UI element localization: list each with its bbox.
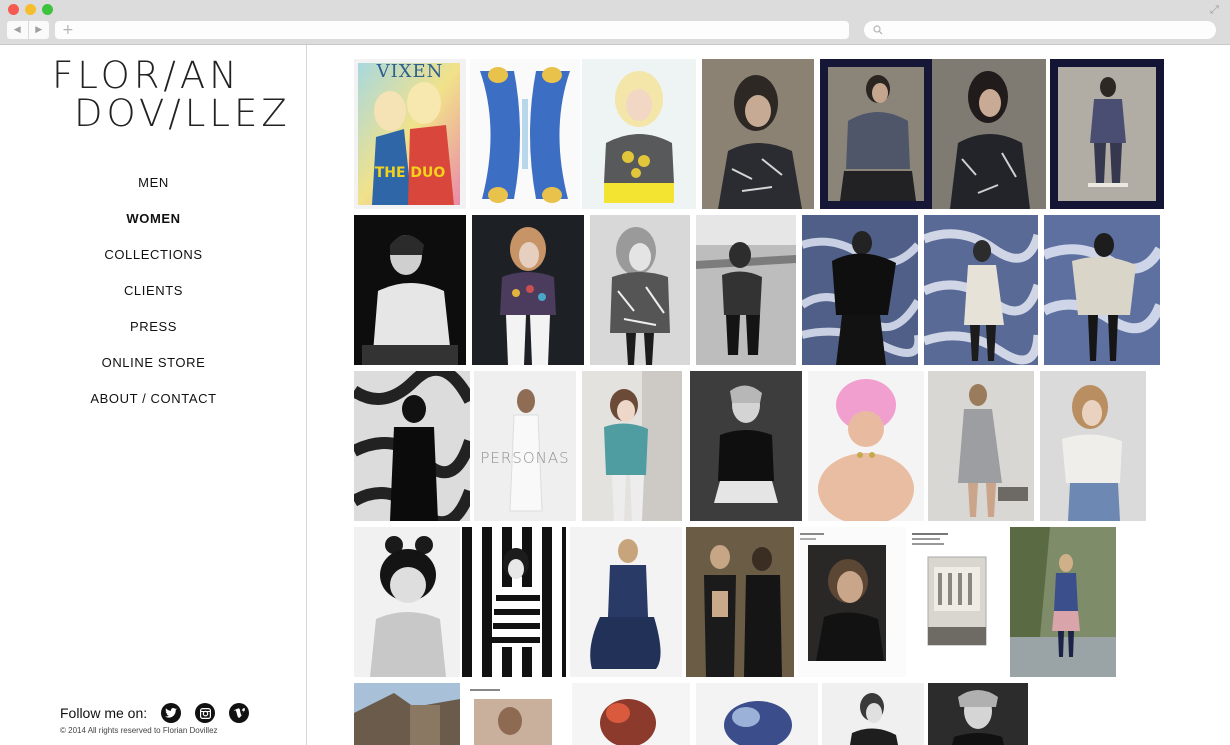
gallery-thumbnail[interactable] xyxy=(470,59,580,209)
twitter-icon[interactable] xyxy=(161,703,182,723)
vimeo-icon[interactable] xyxy=(229,703,250,723)
gallery-thumbnail[interactable] xyxy=(1044,215,1160,365)
gallery-thumbnail[interactable] xyxy=(932,59,1046,209)
gallery-thumbnail[interactable] xyxy=(822,683,924,745)
gallery-thumbnail[interactable] xyxy=(590,215,690,365)
search-input[interactable] xyxy=(864,21,1216,39)
cover-headline: PERSONAS xyxy=(480,449,569,467)
copyright-text: © 2014 All rights reserved to Florian Do… xyxy=(60,726,218,735)
nav-item-clients[interactable]: CLIENTS xyxy=(0,281,307,317)
minimize-window-button[interactable] xyxy=(25,4,36,15)
gallery-thumbnail[interactable] xyxy=(472,215,584,365)
gallery-thumbnail[interactable] xyxy=(808,371,924,521)
gallery-thumbnail[interactable] xyxy=(462,527,566,677)
gallery-thumbnail[interactable] xyxy=(1040,371,1146,521)
gallery-thumbnail[interactable] xyxy=(924,215,1038,365)
fullscreen-icon[interactable]: ⤢ xyxy=(1210,4,1222,16)
new-tab-icon[interactable]: + xyxy=(62,21,74,39)
nav-item-women[interactable]: WOMEN xyxy=(0,209,307,245)
photo-gallery: VIXEN THE DUO PERSONAS xyxy=(308,45,1230,745)
gallery-thumbnail[interactable] xyxy=(582,59,696,209)
magazine-masthead: VIXEN xyxy=(376,61,444,82)
gallery-thumbnail[interactable] xyxy=(798,527,906,677)
history-buttons: ◀ ▶ xyxy=(7,21,49,39)
sidebar: FLOR/AN DOV/LLEZ MEN WOMEN COLLECTIONS C… xyxy=(0,45,307,745)
logo-line-1: FLOR/AN xyxy=(52,54,241,97)
gallery-thumbnail[interactable]: PERSONAS xyxy=(474,371,576,521)
gallery-thumbnail[interactable] xyxy=(686,527,794,677)
social-follow: Follow me on: xyxy=(60,703,250,723)
gallery-thumbnail[interactable] xyxy=(1010,527,1116,677)
forward-button[interactable]: ▶ xyxy=(27,21,50,39)
gallery-thumbnail[interactable] xyxy=(464,683,568,745)
gallery-thumbnail[interactable] xyxy=(690,371,802,521)
gallery-thumbnail[interactable] xyxy=(354,215,466,365)
main-nav: MEN WOMEN COLLECTIONS CLIENTS PRESS ONLI… xyxy=(0,173,307,425)
gallery-thumbnail[interactable] xyxy=(696,683,818,745)
gallery-thumbnail[interactable] xyxy=(354,527,460,677)
nav-item-about-contact[interactable]: ABOUT / CONTACT xyxy=(0,389,307,425)
gallery-thumbnail[interactable] xyxy=(928,371,1034,521)
gallery-thumbnail[interactable] xyxy=(928,683,1028,745)
address-bar[interactable]: + xyxy=(55,21,849,39)
follow-label: Follow me on: xyxy=(60,705,148,721)
site-logo[interactable]: FLOR/AN DOV/LLEZ xyxy=(52,54,291,135)
close-window-button[interactable] xyxy=(8,4,19,15)
nav-item-men[interactable]: MEN xyxy=(0,173,307,209)
gallery-thumbnail[interactable] xyxy=(354,371,470,521)
instagram-icon[interactable] xyxy=(195,703,216,723)
gallery-thumbnail[interactable] xyxy=(696,215,796,365)
gallery-thumbnail[interactable] xyxy=(582,371,682,521)
nav-item-collections[interactable]: COLLECTIONS xyxy=(0,245,307,281)
browser-chrome: ⤢ ◀ ▶ + xyxy=(0,0,1230,45)
window-controls xyxy=(8,4,53,15)
gallery-thumbnail[interactable] xyxy=(1050,59,1164,209)
cover-headline: THE DUO xyxy=(375,165,446,181)
gallery-thumbnail[interactable] xyxy=(702,59,814,209)
logo-line-2: DOV/LLEZ xyxy=(74,92,291,135)
gallery-thumbnail[interactable] xyxy=(820,59,932,209)
nav-item-press[interactable]: PRESS xyxy=(0,317,307,353)
gallery-thumbnail[interactable] xyxy=(354,683,460,745)
back-button[interactable]: ◀ xyxy=(7,21,28,39)
gallery-thumbnail[interactable] xyxy=(570,527,682,677)
gallery-thumbnail[interactable] xyxy=(906,527,1010,677)
nav-item-online-store[interactable]: ONLINE STORE xyxy=(0,353,307,389)
zoom-window-button[interactable] xyxy=(42,4,53,15)
gallery-thumbnail[interactable] xyxy=(802,215,918,365)
gallery-thumbnail[interactable]: VIXEN THE DUO xyxy=(354,59,466,209)
gallery-thumbnail[interactable] xyxy=(572,683,690,745)
search-icon xyxy=(873,25,883,35)
